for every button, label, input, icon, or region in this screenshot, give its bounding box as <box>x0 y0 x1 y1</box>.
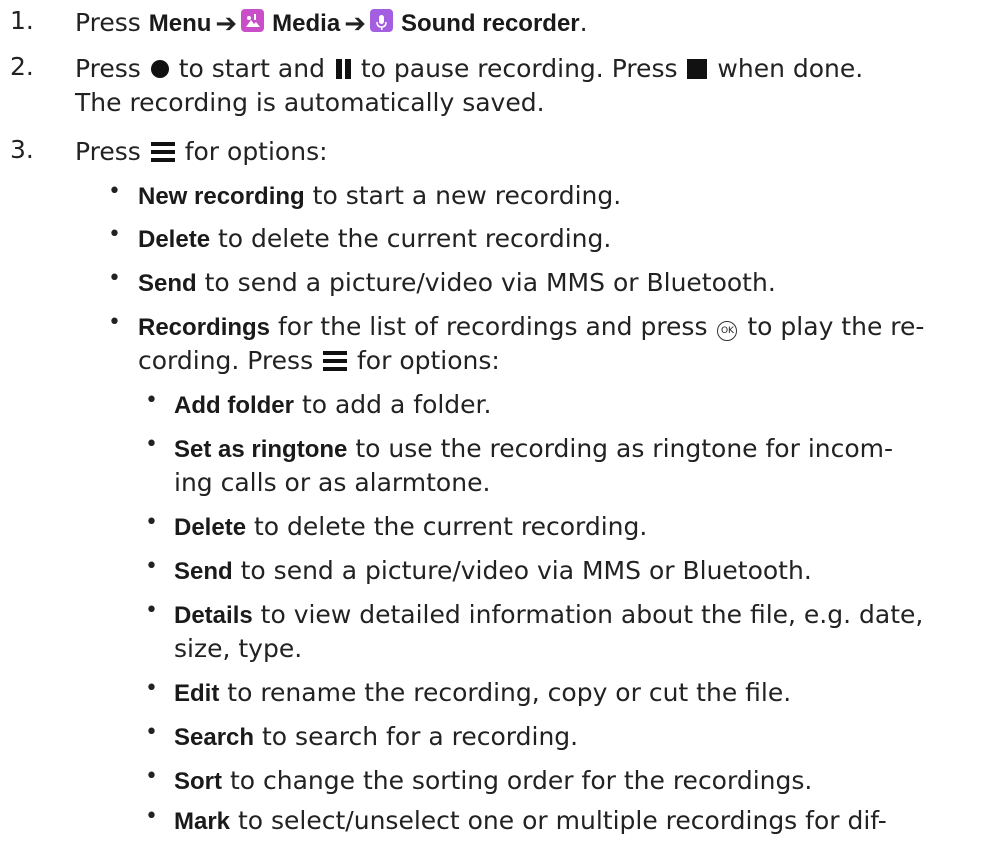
sub-option-desc: to send a picture/video via MMS or Bluet… <box>232 556 812 585</box>
sub-option-term: Details <box>174 602 253 629</box>
option-desc: to play the re- <box>739 312 925 341</box>
option-desc: for the list of recordings and press <box>270 312 716 341</box>
step-text-part: when done. <box>709 54 864 83</box>
step-text: Press Menu ➔ Media ➔ Sound recorder. <box>75 6 975 41</box>
option-text: Delete to delete the current recording. <box>138 222 611 257</box>
media-gallery-icon <box>241 9 265 32</box>
option-text: New recording to start a new recording. <box>138 179 621 214</box>
step-number: 1. <box>10 6 34 35</box>
sub-option-desc: to change the sorting order for the reco… <box>222 766 813 795</box>
sub-option-term: Edit <box>174 680 220 707</box>
sub-option-text-line2: size, type. <box>174 634 303 663</box>
option-desc: to start a new recording. <box>304 181 622 210</box>
sub-option-text: Set as ringtone to use the recording as … <box>174 432 893 467</box>
sub-option-desc: to view detailed information about the f… <box>252 600 924 629</box>
sub-option-desc: to use the recording as ringtone for inc… <box>347 434 894 463</box>
sub-option-term: Mark <box>174 808 231 835</box>
sub-option-desc: to search for a recording. <box>254 722 579 751</box>
stop-square-icon <box>687 59 708 79</box>
sub-option-text-line2: ing calls or as alarmtone. <box>174 468 491 497</box>
bullet: • <box>108 179 121 204</box>
step-text-part: Press <box>75 8 149 37</box>
sub-option-text: Search to search for a recording. <box>174 720 578 755</box>
option-desc: to delete the current recording. <box>210 224 612 253</box>
step-text: Press to start and to pause recording. P… <box>75 52 975 86</box>
sub-option-text: Delete to delete the current recording. <box>174 510 647 545</box>
sub-option-text: Edit to rename the recording, copy or cu… <box>174 676 791 711</box>
bullet: • <box>145 598 158 623</box>
sub-option-text: Sort to change the sorting order for the… <box>174 764 812 799</box>
step-text-part: to start and <box>170 54 333 83</box>
hamburger-menu-icon <box>150 142 175 162</box>
option-term: Recordings <box>138 314 271 341</box>
pause-icon <box>335 59 351 79</box>
bullet: • <box>108 310 121 335</box>
step-text-part: . <box>579 8 588 37</box>
step-text-part: Press <box>75 54 149 83</box>
sub-option-term: Set as ringtone <box>174 436 348 463</box>
hamburger-menu-icon <box>323 351 348 371</box>
option-term: New recording <box>138 183 305 210</box>
bullet: • <box>145 764 158 789</box>
sub-option-text: Add folder to add a folder. <box>174 388 492 423</box>
sub-option-term: Sort <box>174 768 222 795</box>
bullet: • <box>108 266 121 291</box>
step-text-part: for options: <box>176 137 328 166</box>
arrow-icon: ➔ <box>344 9 366 39</box>
sub-option-desc: to rename the recording, copy or cut the… <box>219 678 792 707</box>
bullet: • <box>145 676 158 701</box>
option-text-line2: cording. Press for options: <box>138 344 500 378</box>
sub-option-term: Send <box>174 558 233 585</box>
bullet: • <box>145 510 158 535</box>
ok-button-icon: OK <box>717 321 738 341</box>
bullet: • <box>145 554 158 579</box>
option-term: Send <box>138 270 197 297</box>
sub-option-term: Delete <box>174 514 247 541</box>
sub-option-term: Search <box>174 724 255 751</box>
step-number: 3. <box>10 135 34 164</box>
sub-option-text: Mark to select/unselect one or multiple … <box>174 804 887 839</box>
instruction-page: 1. Press Menu ➔ Media ➔ Sound recorder. 2.… <box>0 0 997 848</box>
sub-option-desc: to add a folder. <box>294 390 492 419</box>
sub-option-desc: to select/unselect one or multiple recor… <box>230 806 887 835</box>
sound-recorder-keyword: Sound recorder <box>400 10 580 37</box>
step-text-line2: The recording is automatically saved. <box>75 88 545 117</box>
option-text: Send to send a picture/video via MMS or … <box>138 266 776 301</box>
menu-keyword: Menu <box>148 10 212 37</box>
sub-option-term: Add folder <box>174 392 294 419</box>
sub-option-text: Send to send a picture/video via MMS or … <box>174 554 812 589</box>
record-circle-icon <box>150 60 169 78</box>
step-text: Press for options: <box>75 135 975 169</box>
option-desc: cording. Press <box>138 346 322 375</box>
step-text-part: to pause recording. Press <box>352 54 686 83</box>
sub-option-desc: to delete the current recording. <box>246 512 648 541</box>
bullet: • <box>108 222 121 247</box>
step-text-part: Press <box>75 137 149 166</box>
sub-option-text: Details to view detailed information abo… <box>174 598 923 633</box>
option-desc: for options: <box>349 346 500 375</box>
step-number: 2. <box>10 52 34 81</box>
bullet: • <box>145 720 158 745</box>
arrow-icon: ➔ <box>215 9 238 39</box>
media-keyword: Media <box>272 10 341 37</box>
bullet: • <box>145 432 158 457</box>
bullet: • <box>145 388 158 413</box>
option-desc: to send a picture/video via MMS or Bluet… <box>196 268 776 297</box>
bullet: • <box>145 804 158 829</box>
microphone-icon <box>369 9 393 32</box>
option-term: Delete <box>138 226 211 253</box>
option-text: Recordings for the list of recordings an… <box>138 310 924 345</box>
